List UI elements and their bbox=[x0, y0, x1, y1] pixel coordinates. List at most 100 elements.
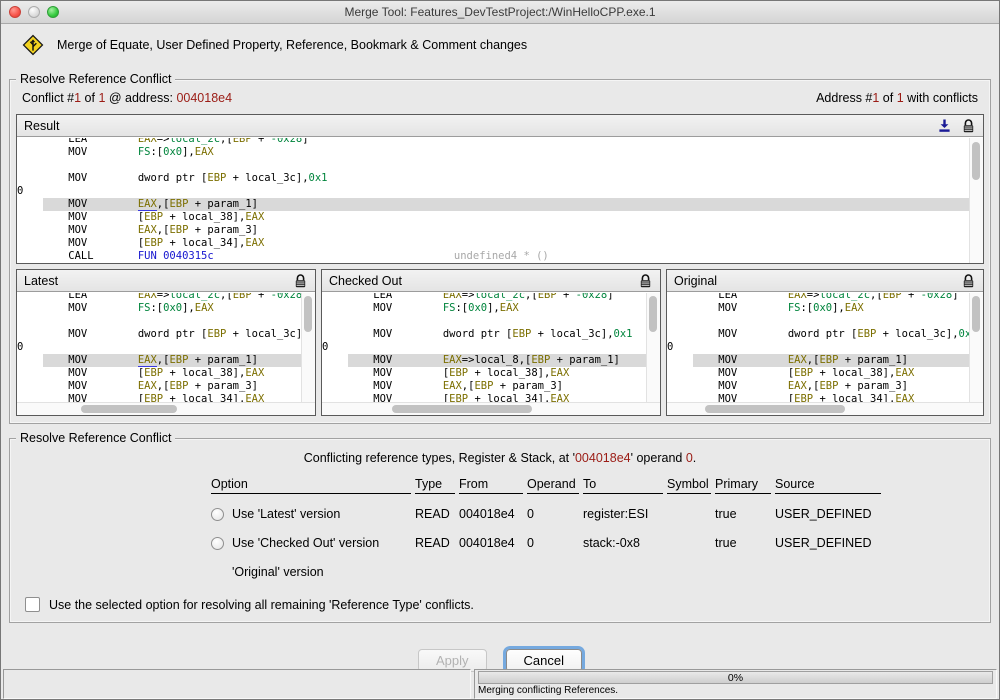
code-line[interactable]: MOV EAX,[EBP + param_3] bbox=[17, 380, 302, 393]
code-line[interactable]: MOV FS:[0x0],EAX bbox=[322, 302, 647, 315]
scrollbar-thumb[interactable] bbox=[304, 296, 312, 332]
column-header: Source bbox=[775, 477, 881, 494]
scrollbar-thumb[interactable] bbox=[649, 296, 657, 332]
code-line[interactable]: 0 bbox=[667, 341, 970, 354]
code-line[interactable]: MOV EAX,[EBP + param_1] bbox=[17, 354, 302, 367]
merge-sign-icon bbox=[22, 34, 44, 56]
cell-operand: 0 bbox=[527, 507, 579, 521]
code-line[interactable]: MOV dword ptr [EBP + local_3c],0x1 bbox=[17, 172, 970, 185]
code-line[interactable]: MOV EAX,[EBP + param_3] bbox=[17, 224, 970, 237]
column-header: From bbox=[459, 477, 523, 494]
result-panel: Result LEA EAX=>local_2c,[EBP + -0x28] M… bbox=[16, 114, 984, 264]
apply-to-all-checkbox[interactable] bbox=[25, 597, 40, 612]
code-line[interactable]: CALL FUN 0040315c undefined4 * () bbox=[17, 250, 970, 263]
original-panel: Original LEA EAX=>local_2c,[EBP + -0x28]… bbox=[666, 269, 984, 416]
checked-out-horizontal-scrollbar[interactable] bbox=[322, 402, 660, 415]
lock-icon[interactable] bbox=[961, 118, 976, 134]
scrollbar-thumb[interactable] bbox=[392, 405, 532, 413]
scrollbar-thumb[interactable] bbox=[972, 142, 980, 180]
code-line[interactable] bbox=[17, 159, 970, 172]
cell-operand: 0 bbox=[527, 536, 579, 550]
scrollbar-thumb[interactable] bbox=[972, 296, 980, 332]
checked-out-vertical-scrollbar[interactable] bbox=[646, 293, 660, 402]
conflict-option-table: OptionTypeFromOperandToSymbolPrimarySour… bbox=[211, 477, 984, 581]
latest-panel: Latest LEA EAX=>local_2c,[EBP + -0x28] M… bbox=[16, 269, 316, 416]
status-left-panel bbox=[3, 669, 471, 699]
code-line[interactable]: MOV [EBP + local_34],EAX bbox=[17, 393, 302, 402]
cell-from: 004018e4 bbox=[459, 507, 523, 521]
scrollbar-thumb[interactable] bbox=[81, 405, 177, 413]
code-line[interactable]: MOV dword ptr [EBP + local_3c],0x1 bbox=[322, 328, 647, 341]
minimize-icon[interactable] bbox=[28, 6, 40, 18]
latest-listing[interactable]: LEA EAX=>local_2c,[EBP + -0x28] MOV FS:[… bbox=[17, 292, 315, 402]
conflict-row: 'Original' version bbox=[211, 563, 984, 581]
code-line[interactable]: MOV [EBP + local_38],EAX bbox=[667, 367, 970, 380]
result-listing[interactable]: LEA EAX=>local_2c,[EBP + -0x28] MOV FS:[… bbox=[17, 137, 983, 263]
checked-out-listing[interactable]: LEA EAX=>local_2c,[EBP + -0x28] MOV FS:[… bbox=[322, 292, 660, 402]
code-line[interactable]: LEA EAX=>local_2c,[EBP + -0x28] bbox=[17, 137, 970, 146]
code-line[interactable] bbox=[322, 315, 647, 328]
code-line[interactable]: MOV EAX,[EBP + param_3] bbox=[322, 380, 647, 393]
code-line[interactable]: MOV FS:[0x0],EAX bbox=[667, 302, 970, 315]
status-message: Merging conflicting References. bbox=[478, 684, 993, 697]
code-line[interactable]: 0 bbox=[322, 341, 647, 354]
upper-group-legend: Resolve Reference Conflict bbox=[16, 72, 175, 86]
lock-icon[interactable] bbox=[293, 273, 308, 289]
checked-out-panel: Checked Out LEA EAX=>local_2c,[EBP + -0x… bbox=[321, 269, 661, 416]
option-label: Use 'Latest' version bbox=[232, 507, 340, 521]
cell-primary: true bbox=[715, 507, 771, 521]
code-line[interactable]: MOV EAX,[EBP + param_3] bbox=[667, 380, 970, 393]
code-line[interactable]: LEA EAX=>local_2c,[EBP + -0x28] bbox=[322, 292, 647, 302]
original-listing[interactable]: LEA EAX=>local_2c,[EBP + -0x28] MOV FS:[… bbox=[667, 292, 983, 402]
status-right-panel: 0% Merging conflicting References. bbox=[474, 669, 997, 699]
apply-to-all-label: Use the selected option for resolving al… bbox=[49, 598, 474, 612]
code-line[interactable]: MOV [EBP + local_34],EAX bbox=[667, 393, 970, 402]
column-header: Option bbox=[211, 477, 411, 494]
code-line[interactable]: MOV FS:[0x0],EAX bbox=[17, 146, 970, 159]
code-line[interactable]: MOV [EBP + local_34],EAX bbox=[322, 393, 647, 402]
scrollbar-thumb[interactable] bbox=[705, 405, 845, 413]
conflict-row: Use 'Checked Out' versionREAD004018e40st… bbox=[211, 534, 984, 552]
latest-vertical-scrollbar[interactable] bbox=[301, 293, 315, 402]
lock-icon[interactable] bbox=[638, 273, 653, 289]
conflict-counter: Conflict #1 of 1 @ address: 004018e4 bbox=[22, 91, 232, 105]
code-line[interactable] bbox=[667, 315, 970, 328]
code-line[interactable]: MOV EAX,[EBP + param_1] bbox=[17, 198, 970, 211]
column-header: Symbol bbox=[667, 477, 711, 494]
code-line[interactable] bbox=[17, 315, 302, 328]
original-horizontal-scrollbar[interactable] bbox=[667, 402, 983, 415]
apply-to-all-row: Use the selected option for resolving al… bbox=[25, 597, 984, 612]
original-vertical-scrollbar[interactable] bbox=[969, 293, 983, 402]
code-line[interactable]: 0 bbox=[17, 185, 970, 198]
latest-panel-header: Latest bbox=[17, 270, 315, 292]
code-line[interactable]: MOV FS:[0x0],EAX bbox=[17, 302, 302, 315]
lock-icon[interactable] bbox=[961, 273, 976, 289]
table-header-row: OptionTypeFromOperandToSymbolPrimarySour… bbox=[211, 477, 984, 494]
result-vertical-scrollbar[interactable] bbox=[969, 138, 983, 263]
latest-horizontal-scrollbar[interactable] bbox=[17, 402, 315, 415]
result-panel-header: Result bbox=[17, 115, 983, 137]
code-line[interactable]: 0 bbox=[17, 341, 302, 354]
code-line[interactable]: MOV EAX,[EBP + param_1] bbox=[667, 354, 970, 367]
zoom-icon[interactable] bbox=[47, 6, 59, 18]
resolve-conflict-group-lower: Resolve Reference Conflict Conflicting r… bbox=[9, 438, 991, 623]
code-line[interactable]: MOV EAX=>local_8,[EBP + param_1] bbox=[322, 354, 647, 367]
code-line[interactable]: LEA EAX=>local_2c,[EBP + -0x28] bbox=[17, 292, 302, 302]
cell-type: READ bbox=[415, 536, 455, 550]
code-line[interactable]: MOV [EBP + local_34],EAX bbox=[17, 237, 970, 250]
option-radio[interactable] bbox=[211, 508, 224, 521]
latest-panel-title: Latest bbox=[24, 274, 58, 288]
close-icon[interactable] bbox=[9, 6, 21, 18]
code-line[interactable]: MOV dword ptr [EBP + local_3c],0x1 bbox=[17, 328, 302, 341]
option-radio[interactable] bbox=[211, 537, 224, 550]
code-line[interactable]: MOV [EBP + local_38],EAX bbox=[17, 211, 970, 224]
progress-bar: 0% bbox=[478, 671, 993, 684]
conflict-message: Conflicting reference types, Register & … bbox=[16, 451, 984, 465]
code-line[interactable]: LEA EAX=>local_2c,[EBP + -0x28] bbox=[667, 292, 970, 302]
code-line[interactable]: MOV dword ptr [EBP + local_3c],0x1 bbox=[667, 328, 970, 341]
titlebar[interactable]: Merge Tool: Features_DevTestProject:/Win… bbox=[1, 1, 999, 24]
cell-type: READ bbox=[415, 507, 455, 521]
go-to-bottom-icon[interactable] bbox=[937, 118, 952, 134]
code-line[interactable]: MOV [EBP + local_38],EAX bbox=[17, 367, 302, 380]
code-line[interactable]: MOV [EBP + local_38],EAX bbox=[322, 367, 647, 380]
